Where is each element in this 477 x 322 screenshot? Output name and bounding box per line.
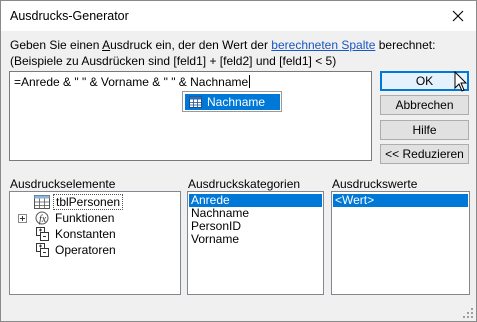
instruction-line-1: Geben Sie einen Ausdruck ein, der den We… <box>10 38 436 52</box>
text-caret <box>249 75 251 88</box>
help-button[interactable]: Hilfe <box>380 120 469 140</box>
resize-grip-icon[interactable] <box>462 307 474 319</box>
instruction-text: Geben Sie einen Ausdruck ein, der den We… <box>10 37 435 69</box>
instruction-line-2: (Beispiele zu Ausdrücken sind [feld1] + … <box>10 54 337 68</box>
expression-builder-dialog: Ausdrucks-Generator Geben Sie einen Ausd… <box>0 0 477 322</box>
reduce-button[interactable]: << Reduzieren <box>380 144 469 164</box>
list-item-vorname[interactable]: Vorname <box>189 233 322 246</box>
expand-icon[interactable] <box>18 214 27 223</box>
values-list[interactable]: <Wert> <box>331 191 470 295</box>
elements-tree[interactable]: tblPersonen fx Funktionen Konstanten Ope… <box>9 191 181 295</box>
values-label: Ausdruckswerte <box>332 177 418 191</box>
calculated-column-help-link[interactable]: berechneten Spalte <box>271 38 375 52</box>
categories-list[interactable]: Anrede Nachname PersonID Vorname <box>187 191 324 295</box>
elements-label: Ausdruckselemente <box>10 177 116 191</box>
function-icon: fx <box>35 211 49 225</box>
svg-text:fx: fx <box>39 214 47 225</box>
autocomplete-popup: Nachname <box>182 91 282 112</box>
table-icon <box>189 96 202 108</box>
operators-icon <box>36 243 49 257</box>
close-button[interactable] <box>440 1 476 31</box>
table-icon <box>34 195 50 209</box>
title-bar: Ausdrucks-Generator <box>1 1 476 31</box>
expression-input[interactable]: =Anrede & " " & Vorname & " " & Nachname <box>9 71 372 161</box>
mouse-pointer-icon <box>454 71 468 92</box>
autocomplete-item[interactable]: Nachname <box>185 94 280 110</box>
cancel-button[interactable]: Abbrechen <box>380 95 469 115</box>
list-item-wert[interactable]: <Wert> <box>333 194 468 207</box>
close-icon <box>452 10 464 22</box>
window-title: Ausdrucks-Generator <box>10 9 129 23</box>
constants-icon <box>36 227 49 241</box>
expression-text: =Anrede & " " & Vorname & " " & Nachname <box>14 75 251 89</box>
categories-label: Ausdruckskategorien <box>188 177 301 191</box>
